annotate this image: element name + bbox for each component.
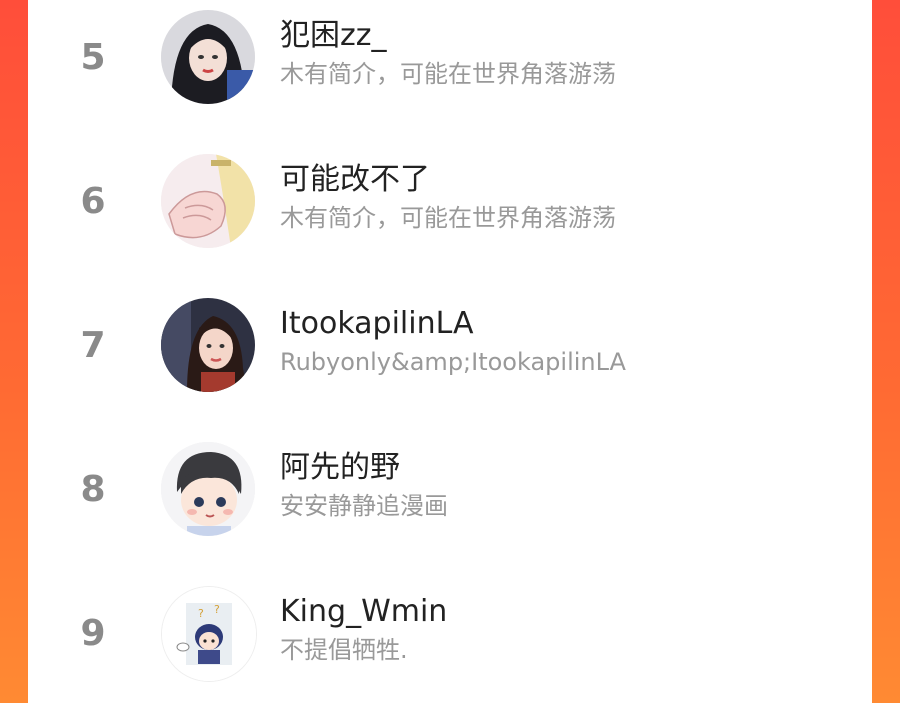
user-bio: 木有简介，可能在世界角落游荡 xyxy=(280,204,616,232)
svg-text:?: ? xyxy=(198,607,204,620)
rank-number: 5 xyxy=(80,37,106,78)
user-name[interactable]: 犯困zz_ xyxy=(280,19,387,53)
avatar-girl-photo-icon[interactable] xyxy=(161,298,255,392)
avatar-girl-dark-hair-icon[interactable] xyxy=(161,10,255,104)
rank-number: 6 xyxy=(80,181,106,222)
ranking-list-card: 5 犯困zz_ 木有简介，可能在世界角落游荡 6 可能改不了 木有简介，可能在世… xyxy=(28,0,872,703)
user-name[interactable]: King_Wmin xyxy=(280,595,447,629)
avatar-chibi-question-icon[interactable]: ? ? xyxy=(161,586,257,682)
user-name[interactable]: ItookapilinLA xyxy=(280,307,474,341)
user-bio: Rubyonly&amp;ItookapilinLA xyxy=(280,348,626,376)
user-bio: 安安静静追漫画 xyxy=(280,492,448,520)
list-item[interactable]: 8 阿先的野 安安静静追漫画 xyxy=(28,438,872,548)
user-name[interactable]: 阿先的野 xyxy=(280,451,400,485)
list-item[interactable]: 5 犯困zz_ 木有简介，可能在世界角落游荡 xyxy=(28,5,872,115)
user-name[interactable]: 可能改不了 xyxy=(280,163,430,197)
rank-number: 9 xyxy=(80,613,106,654)
user-bio: 不提倡牺牲. xyxy=(280,636,408,664)
rank-number: 7 xyxy=(80,325,106,366)
avatar-anime-hands-icon[interactable] xyxy=(161,154,255,248)
avatar-chibi-boy-icon[interactable] xyxy=(161,442,255,536)
rank-number: 8 xyxy=(80,469,106,510)
svg-text:?: ? xyxy=(214,603,220,616)
user-bio: 木有简介，可能在世界角落游荡 xyxy=(280,60,616,88)
list-item[interactable]: 7 ItookapilinLA Rubyonly&amp;Itookapilin… xyxy=(28,294,872,404)
list-item[interactable]: 9 ? ? King_Wmin 不提倡牺牲. xyxy=(28,582,872,692)
list-item[interactable]: 6 可能改不了 木有简介，可能在世界角落游荡 xyxy=(28,150,872,260)
